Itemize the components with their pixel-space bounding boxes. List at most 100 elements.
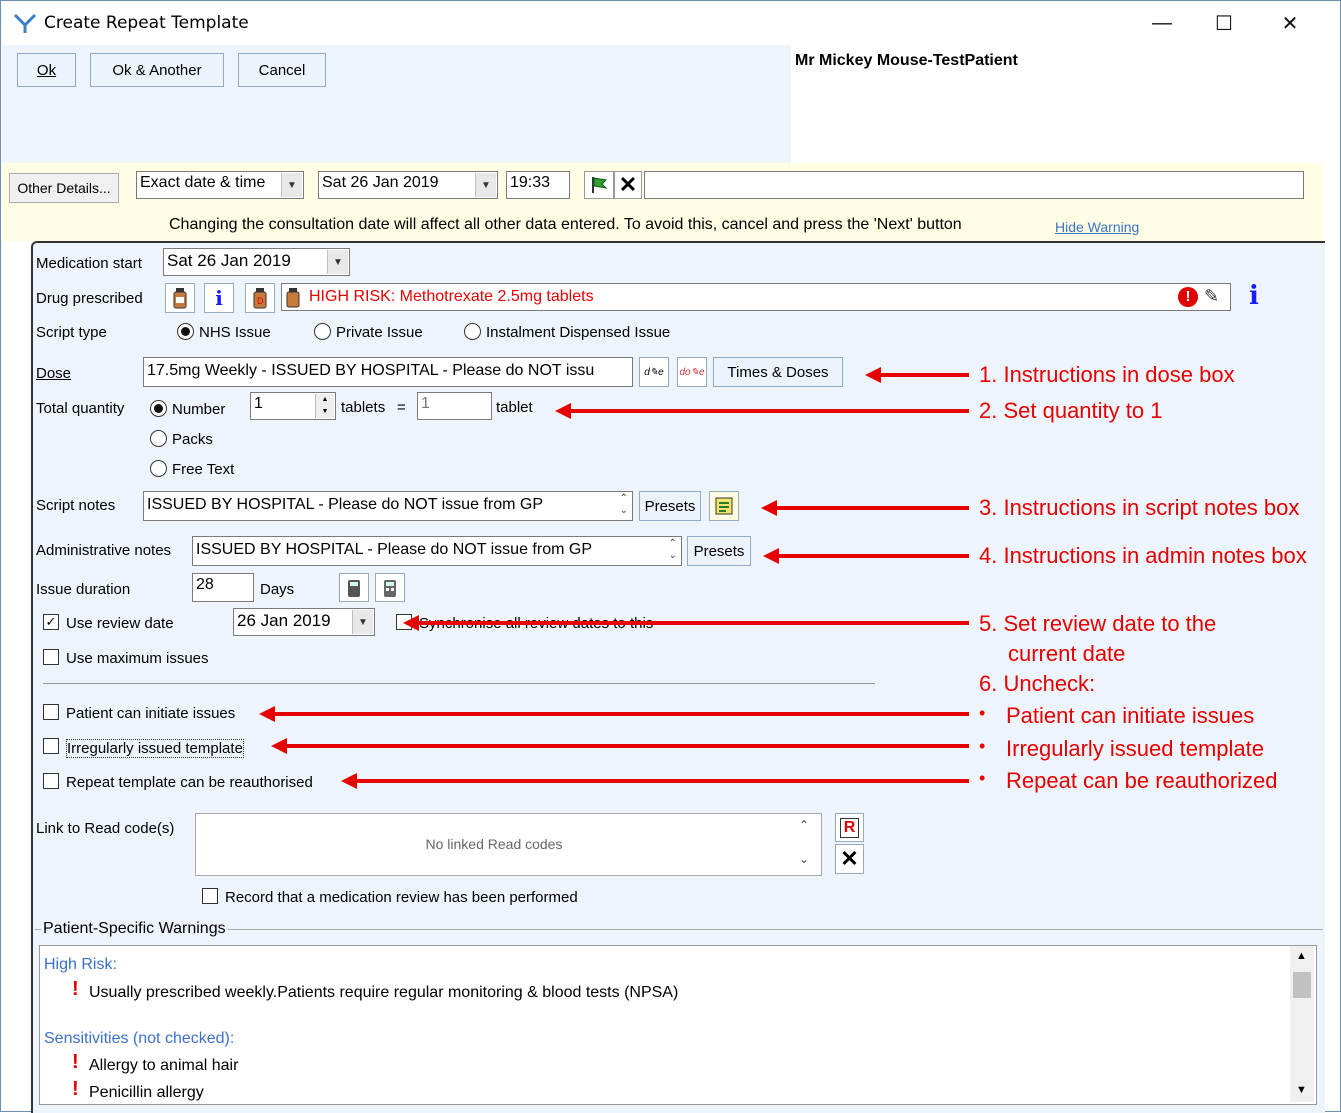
script-notes-value: ISSUED BY HOSPITAL - Please do NOT issue… (147, 496, 543, 513)
chevron-down-icon[interactable]: ▼ (327, 250, 348, 274)
calculator-icon[interactable] (375, 573, 405, 602)
script-notes-label: Script notes (36, 497, 116, 514)
notes-lookup-icon[interactable] (709, 491, 739, 521)
nhs-issue-radio[interactable] (177, 323, 194, 340)
admin-notes-presets-button[interactable]: Presets (687, 536, 751, 566)
review-date-select[interactable]: 26 Jan 2019 ▼ (233, 608, 375, 636)
dialog-window: Create Repeat Template — ☐ ✕ Ok Ok & Ano… (0, 0, 1341, 1113)
dose-edit-icon[interactable]: do✎e (677, 357, 707, 387)
chevron-down-icon[interactable]: ▼ (281, 173, 302, 197)
use-max-issues-label: Use maximum issues (66, 650, 209, 667)
stepper-down-icon[interactable]: ▼ (315, 406, 334, 418)
scroll-down-icon[interactable]: ⌄ (799, 852, 809, 866)
patient-initiate-label: Patient can initiate issues (66, 705, 236, 722)
remove-read-code-icon[interactable]: ✕ (835, 844, 864, 874)
quantity-number-label: Number (172, 401, 226, 418)
dose-mark-icon[interactable]: d✎e (639, 357, 669, 387)
annotation-bullet: • (979, 736, 986, 756)
hide-warning-link[interactable]: Hide Warning (1055, 219, 1139, 235)
read-codes-list[interactable]: No linked Read codes ⌃ ⌄ (195, 813, 822, 876)
ok-another-button[interactable]: Ok & Another (90, 53, 224, 87)
script-notes-presets-button[interactable]: Presets (639, 491, 701, 521)
nhs-issue-label: NHS Issue (199, 324, 271, 341)
other-details-button[interactable]: Other Details... (9, 173, 119, 203)
annotation-arrow-line (879, 373, 969, 377)
exclamation-icon: ! (72, 978, 79, 1000)
drug-prescribed-value: HIGH RISK: Methotrexate 2.5mg tablets (309, 288, 594, 305)
annotation-item-reauthorise: Repeat can be reauthorized (1006, 768, 1278, 793)
drug-info-icon[interactable]: i (204, 283, 234, 313)
use-max-issues-checkbox[interactable] (43, 649, 59, 665)
warnings-scrollbar[interactable]: ▲ ▼ (1290, 946, 1314, 1102)
annotation-arrow-line (775, 506, 969, 510)
ok-button[interactable]: Ok (17, 53, 76, 87)
annotation-review-date: 5. Set review date to the (979, 611, 1217, 636)
close-icon[interactable]: ✕ (1267, 7, 1313, 39)
annotation-admin-notes: 4. Instructions in admin notes box (979, 543, 1307, 568)
scroll-thumb[interactable] (1293, 972, 1311, 998)
flag-icon[interactable] (584, 171, 614, 199)
sensitivity-item: Penicillin allergy (89, 1084, 204, 1101)
annotation-arrow-line (355, 779, 969, 783)
scroll-up-icon[interactable]: ⌃ (799, 818, 809, 832)
calculator-edit-icon[interactable] (339, 573, 369, 602)
irregular-template-checkbox[interactable] (43, 738, 59, 754)
clear-icon[interactable]: ✕ (614, 171, 642, 199)
chevron-down-icon[interactable]: ▼ (475, 173, 496, 197)
warnings-group-label: Patient-Specific Warnings (41, 920, 228, 938)
admin-notes-input[interactable]: ISSUED BY HOSPITAL - Please do NOT issue… (192, 536, 682, 566)
review-date-value: 26 Jan 2019 (237, 611, 331, 630)
maximize-icon[interactable]: ☐ (1201, 7, 1247, 39)
cancel-button[interactable]: Cancel (238, 53, 326, 87)
scroll-up-icon[interactable]: ▲ (1296, 950, 1307, 962)
use-review-date-checkbox[interactable]: ✓ (43, 614, 59, 630)
issue-duration-input[interactable]: 28 (192, 573, 254, 602)
consultation-date-select[interactable]: Sat 26 Jan 2019 ▼ (318, 171, 498, 199)
date-mode-select[interactable]: Exact date & time ▼ (136, 171, 304, 199)
quantity-number-radio[interactable] (150, 400, 167, 417)
quantity-free-text-radio[interactable] (150, 460, 167, 477)
patient-banner: Mr Mickey Mouse-TestPatient (791, 45, 1323, 163)
scroll-down-icon[interactable]: ▼ (1296, 1084, 1307, 1096)
add-read-code-icon[interactable]: R (835, 813, 864, 842)
medicine-bottle-icon[interactable] (165, 283, 195, 313)
date-warning-text: Changing the consultation date will affe… (169, 216, 962, 233)
minimize-icon[interactable]: — (1139, 7, 1185, 39)
date-mode-value: Exact date & time (140, 174, 266, 191)
instalment-issue-radio[interactable] (464, 323, 481, 340)
consultation-date-value: Sat 26 Jan 2019 (322, 174, 439, 191)
times-doses-button[interactable]: Times & Doses (713, 357, 843, 387)
consultation-time-input[interactable]: 19:33 (506, 171, 570, 199)
scroll-arrows-icon[interactable]: ⌃ ⌄ (620, 493, 628, 517)
annotation-item-initiate: Patient can initiate issues (1006, 703, 1255, 728)
issue-duration-label: Issue duration (36, 581, 131, 598)
quantity-stepper[interactable]: 1 ▲ ▼ (250, 392, 336, 420)
reauthorised-checkbox[interactable] (43, 773, 59, 789)
script-notes-input[interactable]: ISSUED BY HOSPITAL - Please do NOT issue… (143, 491, 633, 521)
stepper-up-icon[interactable]: ▲ (315, 394, 334, 406)
dose-input[interactable]: 17.5mg Weekly - ISSUED BY HOSPITAL - Ple… (143, 357, 633, 387)
no-read-codes-text: No linked Read codes (425, 836, 563, 852)
info-icon[interactable]: i (1249, 281, 1259, 311)
drug-prescribed-field[interactable]: HIGH RISK: Methotrexate 2.5mg tablets ! … (281, 283, 1231, 311)
chevron-down-icon[interactable]: ▼ (352, 610, 373, 634)
admin-notes-value: ISSUED BY HOSPITAL - Please do NOT issue… (196, 541, 592, 558)
tablet-unit-label: tablet (496, 399, 533, 416)
app-logo-icon (13, 13, 37, 33)
annotation-arrow-line (569, 409, 969, 413)
record-review-label: Record that a medication review has been… (225, 889, 578, 906)
tablets-label: tablets (341, 399, 386, 416)
record-review-checkbox[interactable] (202, 888, 218, 904)
edit-drug-icon[interactable]: ✎ (1204, 286, 1219, 307)
quantity-packs-radio[interactable] (150, 430, 167, 447)
drug-lookup-icon[interactable]: D (245, 283, 275, 313)
scroll-arrows-icon[interactable]: ⌃ ⌄ (669, 538, 677, 562)
private-issue-radio[interactable] (314, 323, 331, 340)
patient-initiate-checkbox[interactable] (43, 704, 59, 720)
instalment-issue-label: Instalment Dispensed Issue (486, 324, 671, 341)
drug-bottle-icon (286, 288, 300, 310)
drug-prescribed-label: Drug prescribed (36, 290, 143, 307)
consultation-free-text-input[interactable] (644, 171, 1304, 199)
quantity-units-input[interactable]: 1 (417, 392, 492, 420)
medication-start-select[interactable]: Sat 26 Jan 2019 ▼ (163, 248, 350, 276)
